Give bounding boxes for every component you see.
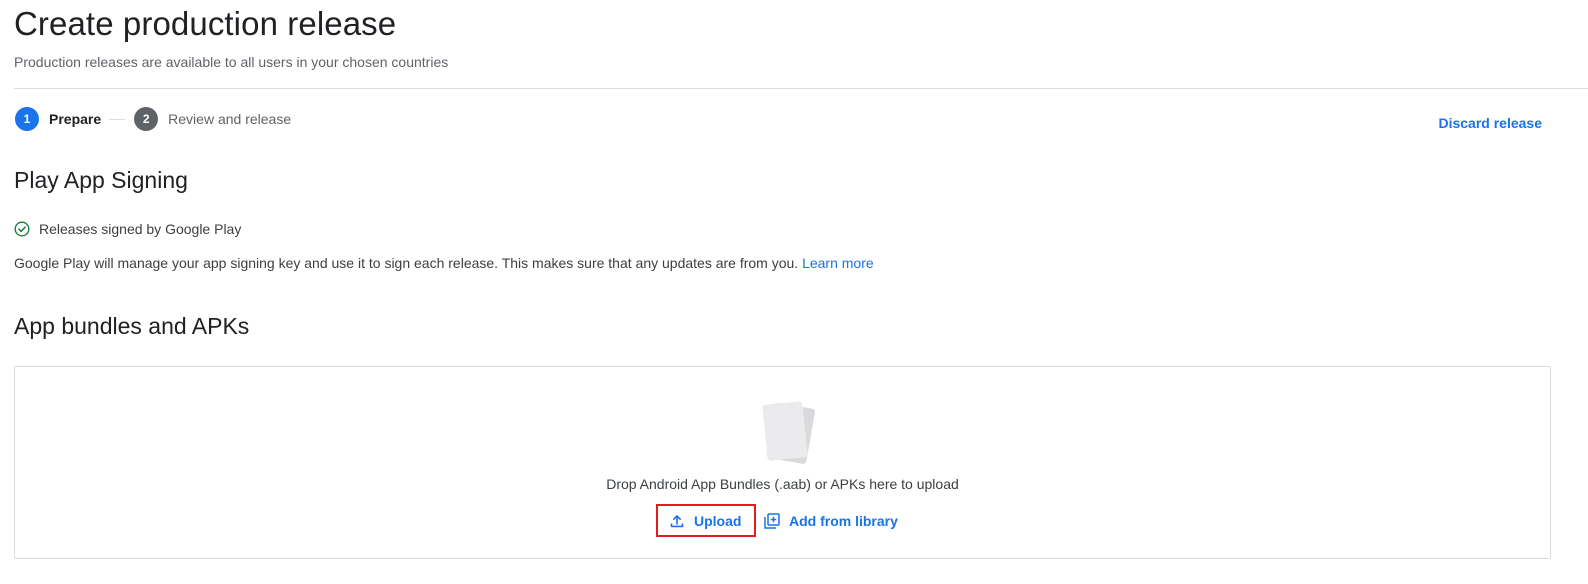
check-circle-icon [14, 221, 30, 237]
signing-status-text: Releases signed by Google Play [39, 221, 242, 237]
step-2-number: 2 [134, 107, 159, 131]
learn-more-link[interactable]: Learn more [802, 255, 874, 271]
upload-button-label: Upload [694, 512, 742, 529]
app-bundles-heading: App bundles and APKs [14, 313, 250, 339]
step-1-label: Prepare [49, 111, 102, 127]
bundle-dropzone[interactable]: Drop Android App Bundles (.aab) or APKs … [14, 366, 1551, 559]
page-title: Create production release [14, 5, 397, 42]
upload-button[interactable]: Upload [656, 504, 756, 537]
signing-description: Google Play will manage your app signing… [14, 254, 874, 272]
add-from-library-button[interactable]: Add from library [764, 513, 898, 529]
signing-status: Releases signed by Google Play [14, 220, 241, 238]
play-app-signing-heading: Play App Signing [14, 167, 188, 193]
header-divider [14, 88, 1588, 89]
dropzone-actions: Upload Add from library [656, 504, 898, 537]
step-1-number: 1 [15, 107, 39, 131]
discard-release-button[interactable]: Discard release [1438, 114, 1542, 132]
step-connector [109, 118, 126, 120]
page-subtitle: Production releases are available to all… [14, 54, 449, 70]
create-release-page: Create production release Production rel… [0, 0, 1588, 584]
add-from-library-label: Add from library [789, 512, 898, 529]
step-2-label: Review and release [168, 111, 292, 127]
upload-icon [670, 514, 684, 527]
library-add-icon [764, 512, 780, 529]
signing-description-text: Google Play will manage your app signing… [14, 255, 799, 271]
release-stepper: 1 Prepare 2 Review and release [15, 107, 291, 131]
dropzone-instructions: Drop Android App Bundles (.aab) or APKs … [606, 476, 959, 492]
file-stack-icon [762, 401, 816, 464]
